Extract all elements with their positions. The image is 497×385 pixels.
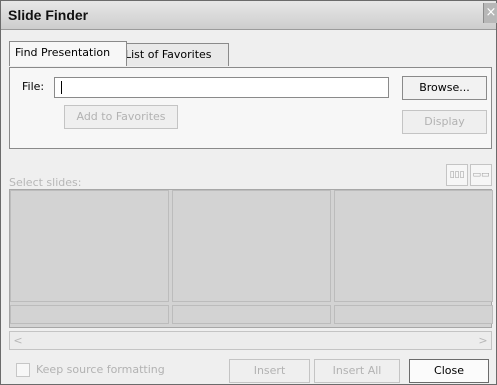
slide-thumbnail-3[interactable] [334, 190, 493, 302]
text-caret [61, 81, 62, 94]
close-button[interactable]: Close [409, 359, 489, 383]
keep-source-formatting-label: Keep source formatting [36, 363, 165, 376]
tab-list-of-favorites[interactable]: List of Favorites [119, 43, 229, 66]
slide-finder-dialog: Slide Finder × Find Presentation List of… [0, 0, 497, 385]
dialog-title: Slide Finder [8, 7, 89, 23]
insert-button[interactable]: Insert [229, 359, 310, 383]
horizontal-scrollbar[interactable]: < > [9, 331, 492, 350]
slide-thumbnail-1[interactable] [10, 190, 169, 302]
tab-find-presentation[interactable]: Find Presentation [9, 41, 127, 66]
file-field[interactable] [54, 77, 389, 98]
scroll-left-icon[interactable]: < [10, 332, 26, 349]
scroll-right-icon[interactable]: > [475, 332, 491, 349]
insert-all-button[interactable]: Insert All [314, 359, 400, 383]
slides-area [9, 189, 493, 328]
slide-label-1 [10, 305, 169, 324]
dialog-footer: Keep source formatting Insert Insert All… [1, 357, 496, 385]
select-slides-label: Select slides: [9, 176, 82, 189]
slide-label-3 [334, 305, 493, 324]
thumbnail-view-icon[interactable]: ▯▯▯ [446, 164, 468, 186]
file-label: File: [22, 80, 45, 93]
find-presentation-panel: File: Browse... Add to Favorites Display [9, 67, 492, 149]
slide-label-2 [172, 305, 331, 324]
browse-button[interactable]: Browse... [402, 76, 487, 100]
title-bar: Slide Finder × [1, 1, 497, 30]
list-view-icon[interactable]: ▭▭ [470, 164, 492, 186]
close-icon[interactable]: × [483, 3, 497, 23]
keep-source-formatting-checkbox[interactable] [16, 363, 30, 377]
display-button[interactable]: Display [402, 110, 487, 134]
slide-thumbnail-2[interactable] [172, 190, 331, 302]
add-to-favorites-button[interactable]: Add to Favorites [64, 105, 178, 129]
